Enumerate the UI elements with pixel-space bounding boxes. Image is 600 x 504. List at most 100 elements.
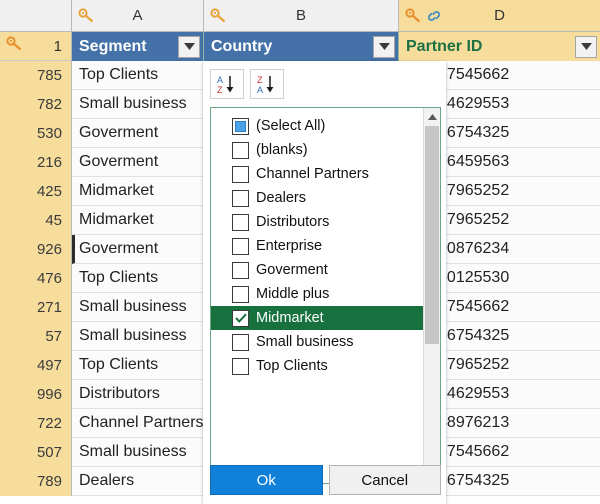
checkbox-unchecked[interactable] (232, 333, 249, 351)
filter-list-scrollbar[interactable] (423, 108, 440, 483)
cell-segment[interactable]: Small business (72, 322, 204, 351)
cell-segment[interactable]: Goverment (72, 235, 204, 264)
filter-list-item-label: Middle plus (256, 286, 330, 302)
sort-a-to-z-icon: A Z (217, 75, 234, 95)
filter-button-country[interactable] (373, 35, 395, 58)
column-header-a[interactable]: A (72, 0, 204, 32)
filter-value-list[interactable]: (Select All) (blanks) Channel Partners Deal… (210, 107, 441, 484)
cell-segment[interactable]: Goverment (72, 119, 204, 148)
filter-list-item[interactable]: Midmarket (211, 306, 423, 330)
filter-list-item-label: Small business (256, 334, 354, 350)
header-cell-partner-id[interactable]: Partner ID (399, 32, 600, 61)
filter-list-item[interactable]: Goverment (211, 258, 423, 282)
filter-list-item[interactable]: Small business (211, 330, 423, 354)
filter-list-item-label: Top Clients (256, 358, 328, 374)
row-number[interactable]: 271 (0, 293, 72, 322)
column-header-d[interactable]: D (399, 0, 600, 32)
filter-list-item-label: Enterprise (256, 238, 323, 254)
row-number[interactable]: 530 (0, 119, 72, 148)
sort-a-to-z-button[interactable]: A Z (210, 69, 244, 99)
header-label-segment: Segment (79, 37, 147, 55)
ok-button[interactable]: Ok (210, 465, 323, 495)
row-number[interactable]: 782 (0, 90, 72, 119)
scroll-up-button[interactable] (424, 108, 440, 125)
sort-z-to-a-button[interactable]: Z A (250, 69, 284, 99)
svg-text:A: A (257, 85, 263, 95)
checkbox-indeterminate[interactable] (232, 117, 249, 135)
cell-segment[interactable]: Goverment (72, 148, 204, 177)
cell-segment[interactable]: Small business (72, 90, 204, 119)
checkbox-unchecked[interactable] (232, 213, 249, 231)
cell-segment[interactable]: Channel Partners (72, 409, 204, 438)
filter-list-item[interactable]: Top Clients (211, 354, 423, 378)
checkbox-unchecked[interactable] (232, 237, 249, 255)
cell-segment[interactable]: Midmarket (72, 206, 204, 235)
row-number[interactable]: 789 (0, 467, 72, 496)
row-number[interactable]: 45 (0, 206, 72, 235)
select-all-corner[interactable] (0, 0, 72, 32)
row-number[interactable]: 216 (0, 148, 72, 177)
filter-list-item[interactable]: Distributors (211, 210, 423, 234)
filter-list-item-label: Dealers (256, 190, 306, 206)
column-a-badges (78, 7, 95, 24)
row-number-1[interactable]: 1 (0, 32, 72, 61)
row-number[interactable]: 476 (0, 264, 72, 293)
filter-value-items: (Select All) (blanks) Channel Partners Deal… (211, 114, 423, 378)
cell-segment[interactable]: Small business (72, 438, 204, 467)
header-cell-country[interactable]: Country (204, 32, 399, 61)
cell-segment[interactable]: Top Clients (72, 351, 204, 380)
filter-list-item[interactable]: Enterprise (211, 234, 423, 258)
row-number[interactable]: 926 (0, 235, 72, 264)
checkbox-unchecked[interactable] (232, 189, 249, 207)
checkbox-checked[interactable] (232, 309, 249, 327)
key-icon (210, 7, 226, 22)
filter-list-item[interactable]: Channel Partners (211, 162, 423, 186)
chevron-down-icon (580, 43, 592, 50)
cell-segment[interactable]: Top Clients (72, 264, 204, 293)
filter-dropdown-panel: A Z Z A (Select All) (blanks) Channel Part… (203, 61, 446, 504)
column-d-letter: D (494, 7, 505, 24)
filter-list-item-label: Channel Partners (256, 166, 369, 182)
checkbox-unchecked[interactable] (232, 141, 249, 159)
cell-segment[interactable]: Top Clients (72, 61, 204, 90)
checkbox-unchecked[interactable] (232, 357, 249, 375)
cancel-button[interactable]: Cancel (328, 465, 441, 495)
triangle-up-icon (427, 113, 437, 120)
dialog-button-row: Ok Cancel (210, 465, 441, 495)
column-header-b[interactable]: B (204, 0, 399, 32)
row-number[interactable]: 497 (0, 351, 72, 380)
cell-segment[interactable]: Dealers (72, 467, 204, 496)
filter-list-item[interactable]: (Select All) (211, 114, 423, 138)
key-icon (6, 36, 23, 56)
filter-list-item[interactable]: Dealers (211, 186, 423, 210)
row-number[interactable]: 996 (0, 380, 72, 409)
checkbox-unchecked[interactable] (232, 165, 249, 183)
column-d-badges (405, 7, 443, 24)
filter-list-item-label: (Select All) (256, 118, 326, 134)
filter-list-item[interactable]: Middle plus (211, 282, 423, 306)
filter-button-segment[interactable] (178, 35, 200, 58)
row-number[interactable]: 425 (0, 177, 72, 206)
row-number[interactable]: 785 (0, 61, 72, 90)
column-a-letter: A (132, 7, 143, 24)
row-number[interactable]: 722 (0, 409, 72, 438)
column-header-row: A B D (0, 0, 600, 32)
cell-segment[interactable]: Small business (72, 293, 204, 322)
filter-list-item-label: Distributors (256, 214, 330, 230)
cell-segment[interactable]: Midmarket (72, 177, 204, 206)
filter-list-item[interactable]: (blanks) (211, 138, 423, 162)
filter-list-item-label: Midmarket (256, 310, 324, 326)
checkbox-unchecked[interactable] (232, 261, 249, 279)
filter-button-partner-id[interactable] (575, 35, 597, 58)
scrollbar-thumb[interactable] (425, 126, 439, 344)
chevron-down-icon (378, 43, 390, 50)
filter-list-item-label: Goverment (256, 262, 328, 278)
row-number[interactable]: 57 (0, 322, 72, 351)
header-cell-segment[interactable]: Segment (72, 32, 204, 61)
cell-segment[interactable]: Distributors (72, 380, 204, 409)
checkbox-unchecked[interactable] (232, 285, 249, 303)
header-label-partner-id: Partner ID (406, 37, 483, 55)
excel-filter-screen: A B D 1 Segment Country Partner ID 785 T… (0, 0, 600, 504)
row-number[interactable]: 507 (0, 438, 72, 467)
field-header-row: 1 Segment Country Partner ID (0, 32, 600, 61)
